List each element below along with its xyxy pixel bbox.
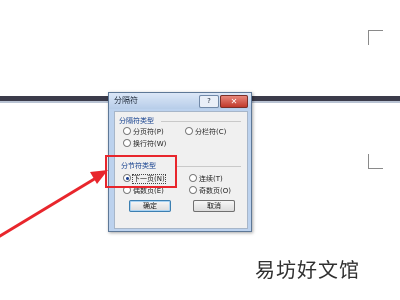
radio-page-break-label: 分页符(P) bbox=[133, 128, 164, 136]
radio-column-break-label: 分栏符(C) bbox=[195, 128, 227, 136]
annotation-arrow-icon bbox=[0, 170, 108, 238]
dialog-title: 分隔符 bbox=[114, 96, 138, 105]
radio-continuous-label: 连续(T) bbox=[199, 175, 223, 183]
page-corner-mark-bottom bbox=[368, 154, 383, 169]
radio-line-break-label: 换行符(W) bbox=[133, 140, 167, 148]
section-break-group-divider bbox=[177, 166, 241, 167]
cancel-button[interactable]: 取消 bbox=[193, 200, 235, 212]
watermark-text: 易坊好文馆 bbox=[255, 258, 360, 282]
radio-even-page-label: 偶数页(E) bbox=[133, 187, 164, 195]
break-type-group-divider bbox=[161, 121, 241, 122]
radio-column-break[interactable]: 分栏符(C) bbox=[185, 127, 226, 137]
radio-button-icon bbox=[123, 127, 131, 135]
radio-button-icon bbox=[189, 174, 197, 182]
radio-button-icon bbox=[185, 127, 193, 135]
break-type-group-title: 分隔符类型 bbox=[119, 117, 154, 125]
radio-odd-page-label: 奇数页(O) bbox=[199, 187, 231, 195]
radio-page-break[interactable]: 分页符(P) bbox=[123, 127, 164, 137]
radio-odd-page[interactable]: 奇数页(O) bbox=[189, 186, 231, 196]
radio-button-icon bbox=[123, 139, 131, 147]
page-corner-mark-top bbox=[368, 30, 383, 45]
radio-line-break[interactable]: 换行符(W) bbox=[123, 139, 166, 149]
ok-button[interactable]: 确定 bbox=[129, 200, 171, 212]
close-button[interactable]: ✕ bbox=[220, 95, 248, 108]
help-button[interactable]: ? bbox=[199, 95, 219, 108]
radio-button-icon bbox=[189, 186, 197, 194]
annotation-highlight-box bbox=[105, 155, 177, 188]
dialog-titlebar[interactable]: 分隔符 ? ✕ bbox=[109, 93, 251, 109]
radio-continuous[interactable]: 连续(T) bbox=[189, 174, 223, 184]
